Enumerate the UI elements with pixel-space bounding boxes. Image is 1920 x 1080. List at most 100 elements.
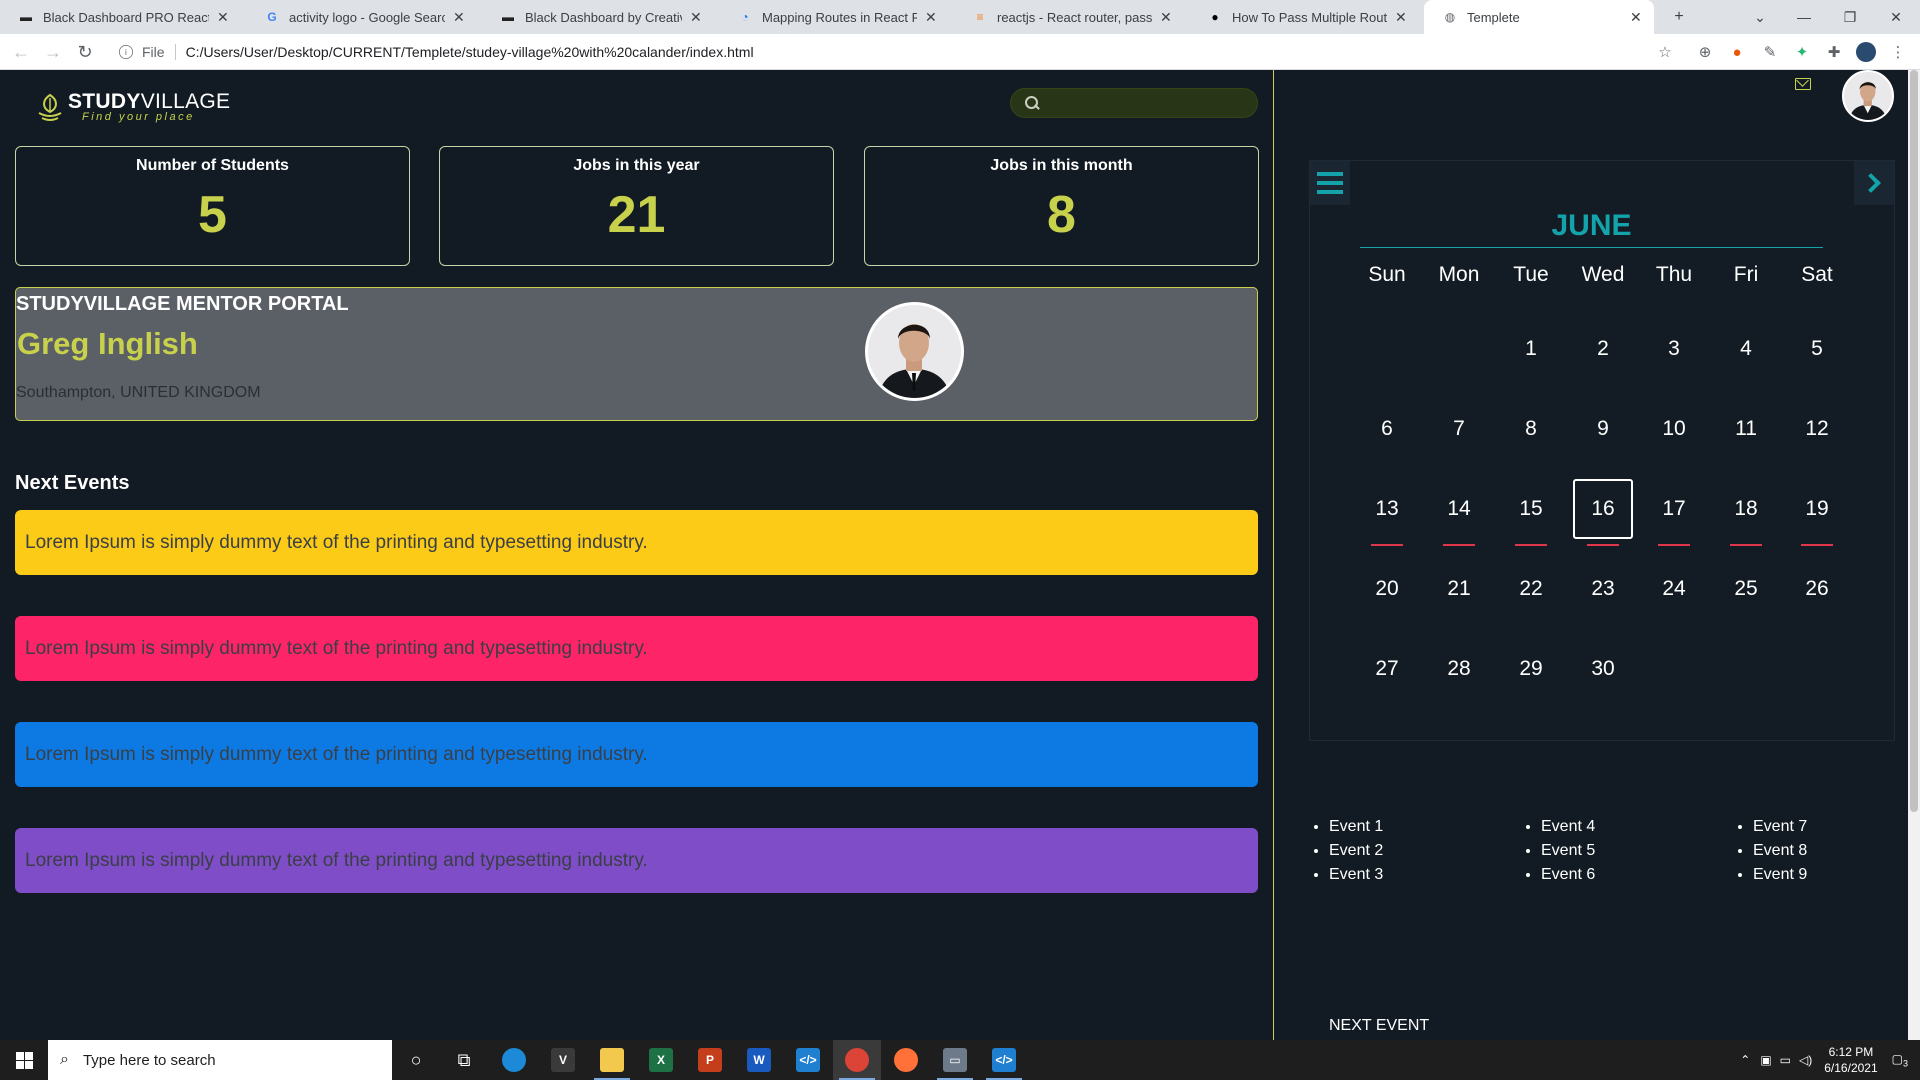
- tab-close-icon[interactable]: ✕: [1630, 9, 1644, 26]
- tab-search-icon[interactable]: ⌄: [1737, 0, 1783, 34]
- tray-device-icon[interactable]: ▣: [1760, 1053, 1771, 1067]
- browser-tab-7[interactable]: ◍ Templete ✕: [1424, 0, 1654, 34]
- task-view-icon[interactable]: ⧉: [440, 1040, 488, 1080]
- browser-tab-2[interactable]: Gactivity logo - Google Search ✕: [246, 0, 477, 34]
- profile-avatar-icon[interactable]: [1856, 42, 1876, 62]
- notification-center-icon[interactable]: ▢3: [1892, 1052, 1908, 1068]
- calendar-day[interactable]: 12: [1787, 399, 1847, 459]
- calendar-day[interactable]: 11: [1716, 399, 1776, 459]
- tab-close-icon[interactable]: ✕: [1395, 9, 1409, 26]
- calendar-day[interactable]: 29: [1501, 639, 1561, 699]
- hamburger-menu-icon[interactable]: [1310, 161, 1350, 205]
- calendar-day[interactable]: 18: [1716, 479, 1776, 539]
- calendar-day[interactable]: 30: [1573, 639, 1633, 699]
- tab-close-icon[interactable]: ✕: [453, 9, 467, 26]
- tray-chevron-icon[interactable]: ⌃: [1740, 1053, 1750, 1067]
- calendar-day[interactable]: 24: [1644, 559, 1704, 619]
- reload-icon[interactable]: ↻: [70, 34, 100, 70]
- forward-arrow-icon[interactable]: →: [38, 34, 68, 70]
- extension-grid-icon[interactable]: ⊕: [1695, 42, 1715, 62]
- event-list-item[interactable]: Event 3: [1329, 863, 1383, 887]
- calendar-day[interactable]: 8: [1501, 399, 1561, 459]
- chat-app-icon[interactable]: ▭: [931, 1040, 979, 1080]
- start-button[interactable]: [0, 1040, 48, 1080]
- search-bar[interactable]: [1010, 88, 1258, 118]
- event-list-item[interactable]: Event 5: [1541, 839, 1595, 863]
- page-scrollbar[interactable]: [1908, 70, 1920, 1040]
- cortana-icon[interactable]: ○: [392, 1040, 440, 1080]
- file-explorer-icon[interactable]: [588, 1040, 636, 1080]
- browser-tab-6[interactable]: ● How To Pass Multiple Route Para ✕: [1189, 0, 1419, 34]
- extensions-puzzle-icon[interactable]: ✚: [1824, 42, 1844, 62]
- powerpoint-icon[interactable]: P: [686, 1040, 734, 1080]
- taskbar-search-box[interactable]: ⌕ Type here to search: [48, 1040, 392, 1080]
- next-month-chevron-icon[interactable]: [1854, 161, 1894, 205]
- word-icon[interactable]: W: [735, 1040, 783, 1080]
- event-list-item[interactable]: Event 9: [1753, 863, 1807, 887]
- calendar-day[interactable]: 25: [1716, 559, 1776, 619]
- volume-icon[interactable]: ◁): [1799, 1053, 1812, 1067]
- search-input[interactable]: [1049, 95, 1239, 111]
- calendar-day[interactable]: 23: [1573, 559, 1633, 619]
- minimize-button[interactable]: —: [1781, 0, 1827, 34]
- edge-icon[interactable]: [490, 1040, 538, 1080]
- calendar-day[interactable]: 15: [1501, 479, 1561, 539]
- new-tab-button[interactable]: +: [1656, 0, 1702, 34]
- vscode-insiders-icon[interactable]: </>: [980, 1040, 1028, 1080]
- calendar-day[interactable]: 14: [1429, 479, 1489, 539]
- calendar-day[interactable]: 10: [1644, 399, 1704, 459]
- calendar-day[interactable]: 1: [1501, 319, 1561, 379]
- tab-close-icon[interactable]: ✕: [690, 9, 704, 26]
- maximize-button[interactable]: ❐: [1827, 0, 1873, 34]
- excel-icon[interactable]: X: [637, 1040, 685, 1080]
- calendar-day[interactable]: 3: [1644, 319, 1704, 379]
- studyvillage-logo[interactable]: STUDYVILLAGE Find your place: [36, 91, 230, 123]
- calendar-day[interactable]: 20: [1357, 559, 1417, 619]
- mail-icon[interactable]: [1795, 78, 1811, 90]
- calendar-day[interactable]: 13: [1357, 479, 1417, 539]
- calendar-day[interactable]: 27: [1357, 639, 1417, 699]
- vlc-app-icon[interactable]: V: [539, 1040, 587, 1080]
- extension-fire-icon[interactable]: ●: [1727, 42, 1747, 62]
- scrollbar-thumb[interactable]: [1910, 70, 1918, 812]
- calendar-day[interactable]: 17: [1644, 479, 1704, 539]
- event-item[interactable]: Lorem Ipsum is simply dummy text of the …: [15, 828, 1258, 893]
- browser-tab-3[interactable]: ▬ Black Dashboard by Creative Tim ✕: [482, 0, 714, 34]
- calendar-day-today[interactable]: 16: [1573, 479, 1633, 539]
- calendar-day[interactable]: 22: [1501, 559, 1561, 619]
- firefox-icon[interactable]: [882, 1040, 930, 1080]
- calendar-day[interactable]: 26: [1787, 559, 1847, 619]
- vscode-icon[interactable]: </>: [784, 1040, 832, 1080]
- extension-eyedropper-icon[interactable]: ✎: [1760, 42, 1780, 62]
- user-avatar[interactable]: [1842, 70, 1894, 122]
- chrome-icon[interactable]: [833, 1040, 881, 1080]
- calendar-day[interactable]: 7: [1429, 399, 1489, 459]
- event-list-item[interactable]: Event 7: [1753, 815, 1807, 839]
- browser-menu-icon[interactable]: ⋮: [1888, 42, 1908, 62]
- close-window-button[interactable]: ✕: [1873, 0, 1919, 34]
- taskbar-clock[interactable]: 6:12 PM 6/16/2021: [1824, 1044, 1877, 1076]
- url-text[interactable]: C:/Users/User/Desktop/CURRENT/Templete/s…: [186, 44, 754, 60]
- calendar-day[interactable]: 21: [1429, 559, 1489, 619]
- calendar-day[interactable]: 9: [1573, 399, 1633, 459]
- event-list-item[interactable]: Event 4: [1541, 815, 1595, 839]
- calendar-day[interactable]: 6: [1357, 399, 1417, 459]
- tab-close-icon[interactable]: ✕: [1160, 9, 1174, 26]
- calendar-day[interactable]: 4: [1716, 319, 1776, 379]
- browser-tab-5[interactable]: ≡ reactjs - React router, pass data ✕: [954, 0, 1184, 34]
- browser-tab-1[interactable]: ▬ Black Dashboard PRO React ✕: [0, 0, 241, 34]
- network-icon[interactable]: ▭: [1780, 1053, 1791, 1067]
- event-item[interactable]: Lorem Ipsum is simply dummy text of the …: [15, 510, 1258, 575]
- event-list-item[interactable]: Event 1: [1329, 815, 1383, 839]
- event-item[interactable]: Lorem Ipsum is simply dummy text of the …: [15, 616, 1258, 681]
- calendar-day[interactable]: 19: [1787, 479, 1847, 539]
- bookmark-star-icon[interactable]: ☆: [1655, 42, 1675, 62]
- event-list-item[interactable]: Event 6: [1541, 863, 1595, 887]
- calendar-day[interactable]: 5: [1787, 319, 1847, 379]
- browser-tab-4[interactable]: ◔ Mapping Routes in React Router ✕: [719, 0, 949, 34]
- address-bar[interactable]: i File C:/Users/User/Desktop/CURRENT/Tem…: [112, 38, 1682, 66]
- info-icon[interactable]: i: [119, 45, 133, 59]
- tab-close-icon[interactable]: ✕: [925, 9, 939, 26]
- event-item[interactable]: Lorem Ipsum is simply dummy text of the …: [15, 722, 1258, 787]
- extension-leaf-icon[interactable]: ✦: [1792, 42, 1812, 62]
